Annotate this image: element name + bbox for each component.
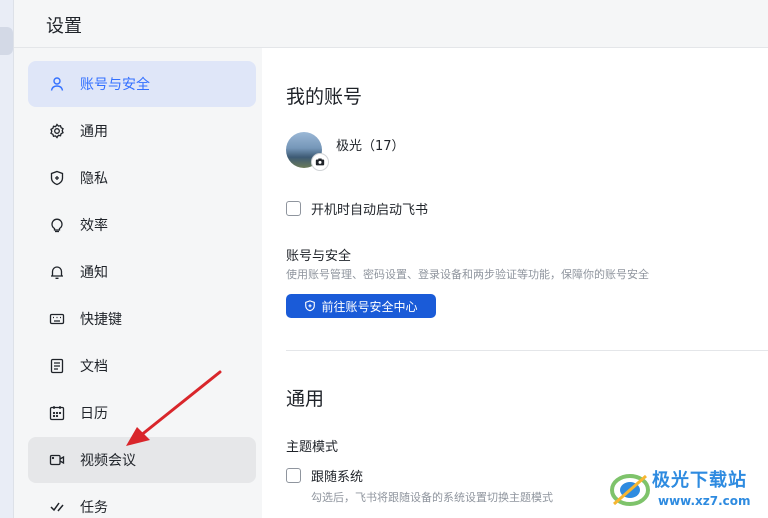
sidebar-item-label: 日历 bbox=[80, 406, 108, 422]
sidebar-item-label: 通知 bbox=[80, 265, 108, 281]
my-account-title: 我的账号 bbox=[286, 86, 363, 108]
document-icon bbox=[48, 357, 66, 375]
follow-system-desc: 勾选后，飞书将跟随设备的系统设置切换主题模式 bbox=[311, 491, 553, 504]
camera-icon[interactable] bbox=[311, 153, 329, 171]
autostart-label: 开机时自动启动飞书 bbox=[311, 203, 429, 218]
lightbulb-icon bbox=[48, 216, 66, 234]
sidebar-item-docs[interactable]: 文档 bbox=[28, 343, 256, 389]
follow-system-checkbox[interactable] bbox=[286, 468, 301, 483]
follow-system-checkbox-row[interactable]: 跟随系统 bbox=[286, 466, 363, 485]
gear-icon bbox=[48, 122, 66, 140]
security-center-button[interactable]: 前往账号安全中心 bbox=[286, 294, 436, 318]
keyboard-icon bbox=[48, 310, 66, 328]
account-security-title: 账号与安全 bbox=[286, 249, 352, 264]
sidebar-item-account-security[interactable]: 账号与安全 bbox=[28, 61, 256, 107]
autostart-checkbox[interactable] bbox=[286, 201, 301, 216]
sidebar-item-tasks[interactable]: 任务 bbox=[28, 484, 256, 518]
user-icon bbox=[48, 75, 66, 93]
general-section-title: 通用 bbox=[286, 388, 325, 410]
shield-icon bbox=[48, 169, 66, 187]
sidebar-item-label: 通用 bbox=[80, 124, 108, 140]
page-title: 设置 bbox=[46, 16, 82, 37]
watermark-url: www.xz7.com bbox=[658, 494, 751, 508]
sidebar-item-general[interactable]: 通用 bbox=[28, 108, 256, 154]
sidebar-item-label: 隐私 bbox=[80, 171, 108, 187]
sidebar-item-label: 视频会议 bbox=[80, 453, 136, 469]
autostart-checkbox-row[interactable]: 开机时自动启动飞书 bbox=[286, 199, 428, 218]
bell-icon bbox=[48, 263, 66, 281]
task-icon bbox=[48, 498, 66, 516]
theme-mode-title: 主题模式 bbox=[286, 440, 339, 455]
sidebar-item-notification[interactable]: 通知 bbox=[28, 249, 256, 295]
app-rail-button[interactable] bbox=[0, 27, 13, 55]
sidebar-item-calendar[interactable]: 日历 bbox=[28, 390, 256, 436]
sidebar-item-privacy[interactable]: 隐私 bbox=[28, 155, 256, 201]
sidebar-item-label: 账号与安全 bbox=[80, 77, 150, 93]
sidebar-item-label: 快捷键 bbox=[80, 312, 122, 328]
settings-sidebar: 账号与安全 通用 隐私 效率 通知 快捷键 文档 日历 视频会议 任务 bbox=[14, 48, 262, 518]
follow-system-label: 跟随系统 bbox=[311, 470, 364, 485]
app-rail bbox=[0, 0, 14, 518]
sidebar-item-label: 任务 bbox=[80, 500, 108, 516]
shield-plus-icon bbox=[304, 300, 316, 312]
security-center-button-label: 前往账号安全中心 bbox=[321, 299, 418, 314]
settings-header: 设置 bbox=[14, 0, 768, 48]
sidebar-item-label: 效率 bbox=[80, 218, 108, 234]
sidebar-item-video-meeting[interactable]: 视频会议 bbox=[28, 437, 256, 483]
watermark-name: 极光下载站 bbox=[652, 470, 747, 491]
account-security-desc: 使用账号管理、密码设置、登录设备和两步验证等功能，保障你的账号安全 bbox=[286, 268, 649, 281]
video-icon bbox=[48, 451, 66, 469]
section-divider bbox=[286, 350, 768, 351]
username: 极光（17） bbox=[336, 139, 405, 154]
sidebar-item-label: 文档 bbox=[80, 359, 108, 375]
settings-content: 我的账号 极光（17） 开机时自动启动飞书 账号与安全 使用账号管理、密码设置、… bbox=[262, 48, 768, 518]
calendar-icon bbox=[48, 404, 66, 422]
sidebar-item-efficiency[interactable]: 效率 bbox=[28, 202, 256, 248]
sidebar-item-shortcuts[interactable]: 快捷键 bbox=[28, 296, 256, 342]
